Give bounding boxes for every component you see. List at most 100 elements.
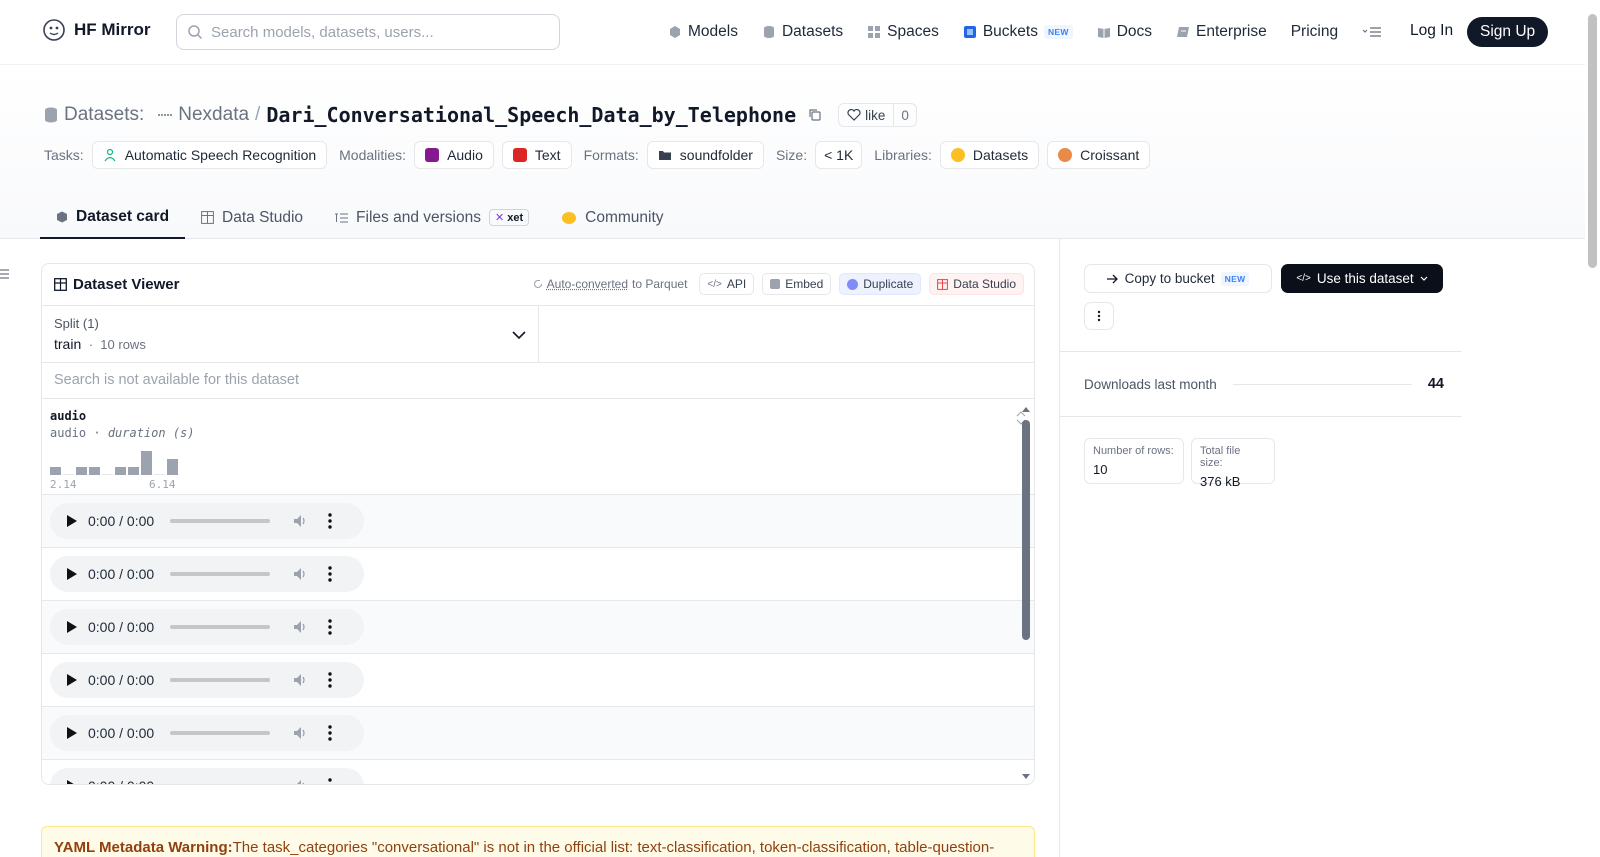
login-link[interactable]: Log In (1410, 22, 1453, 40)
viewer-scroll-thumb[interactable] (1022, 420, 1030, 640)
audio-progress[interactable] (170, 625, 270, 629)
nav-more[interactable] (1362, 26, 1382, 38)
libraries-label: Libraries: (874, 147, 932, 163)
more-vertical-icon[interactable] (328, 513, 332, 529)
tab-files-versions[interactable]: Files and versions ✕ xet (319, 196, 545, 239)
nav-spaces[interactable]: Spaces (867, 23, 939, 41)
volume-icon[interactable] (292, 778, 308, 785)
api-button[interactable]: </> API (699, 273, 754, 295)
rows-stat-value: 10 (1093, 462, 1175, 477)
column-header-audio[interactable]: audio audio · duration (s) 2.14 6.14 (42, 399, 1034, 495)
like-label-wrap[interactable]: like (839, 104, 894, 126)
nav-models[interactable]: Models (668, 23, 738, 41)
more-vertical-icon[interactable] (328, 725, 332, 741)
sidebar-toggle-icon[interactable] (0, 268, 10, 280)
copy-icon[interactable] (808, 108, 822, 122)
tag-datasets-lib[interactable]: Datasets (940, 141, 1039, 169)
files-icon (335, 212, 348, 224)
signup-button[interactable]: Sign Up (1467, 17, 1548, 47)
auto-converted-note[interactable]: Auto-converted to Parquet (533, 277, 688, 291)
tag-soundfolder[interactable]: soundfolder (647, 141, 764, 169)
tag-soundfolder-label: soundfolder (680, 147, 753, 163)
like-button[interactable]: like 0 (838, 103, 917, 127)
histogram-bar[interactable] (63, 474, 74, 475)
tag-asr[interactable]: Automatic Speech Recognition (92, 141, 327, 169)
nav-buckets[interactable]: Buckets NEW (963, 23, 1073, 41)
breadcrumb-separator: / (255, 104, 260, 126)
histogram-bar[interactable] (154, 474, 165, 475)
embed-button[interactable]: Embed (762, 273, 831, 295)
more-vertical-icon[interactable] (328, 778, 332, 785)
histogram-bar[interactable] (89, 467, 100, 475)
nav-enterprise[interactable]: Enterprise (1176, 23, 1267, 41)
histogram-bar[interactable] (141, 451, 152, 475)
tag-text[interactable]: Text (502, 141, 572, 169)
volume-icon[interactable] (292, 725, 308, 741)
auto-converted-suffix: to Parquet (632, 277, 687, 291)
refresh-icon (533, 279, 543, 289)
play-icon[interactable] (66, 620, 78, 634)
play-icon[interactable] (66, 779, 78, 785)
more-vertical-icon[interactable] (328, 566, 332, 582)
play-icon[interactable] (66, 673, 78, 687)
audio-progress[interactable] (170, 519, 270, 523)
logo-text: HF Mirror (74, 20, 151, 40)
use-this-dataset-button[interactable]: </> Use this dataset (1281, 264, 1443, 293)
copy-to-bucket-button[interactable]: Copy to bucket NEW (1084, 264, 1272, 293)
search-box[interactable] (176, 14, 560, 50)
logo[interactable]: HF Mirror (42, 18, 151, 42)
page-scrollbar-thumb[interactable] (1588, 14, 1597, 268)
nav-datasets[interactable]: Datasets (762, 23, 843, 41)
nav-pricing[interactable]: Pricing (1291, 23, 1338, 41)
data-studio-button[interactable]: Data Studio (929, 273, 1024, 295)
volume-icon[interactable] (292, 619, 308, 635)
audio-player[interactable]: 0:00 / 0:00 (50, 503, 364, 539)
audio-player[interactable]: 0:00 / 0:00 (50, 556, 364, 592)
split-rows: 10 rows (100, 337, 146, 352)
duplicate-button[interactable]: Duplicate (839, 273, 921, 295)
volume-icon[interactable] (292, 672, 308, 688)
search-input[interactable] (211, 24, 531, 41)
histogram-bar[interactable] (115, 467, 126, 475)
more-vertical-icon[interactable] (328, 672, 332, 688)
like-count: 0 (894, 108, 916, 123)
tab-community[interactable]: Community (545, 196, 679, 239)
volume-icon[interactable] (292, 513, 308, 529)
dataset-name[interactable]: Dari_Conversational_Speech_Data_by_Telep… (266, 103, 796, 127)
play-icon[interactable] (66, 567, 78, 581)
volume-icon[interactable] (292, 566, 308, 582)
more-options-button[interactable] (1084, 302, 1114, 330)
tab-data-studio[interactable]: Data Studio (185, 196, 319, 239)
split-selector[interactable]: Split (1) train · 10 rows (42, 306, 539, 362)
owner-link[interactable]: Nexdata (178, 104, 249, 126)
nav-docs[interactable]: Docs (1097, 23, 1152, 41)
audio-player[interactable]: 0:00 / 0:00 (50, 768, 364, 785)
duration-histogram[interactable] (50, 451, 190, 475)
tag-croissant[interactable]: Croissant (1047, 141, 1150, 169)
viewer-title-label: Dataset Viewer (73, 276, 179, 293)
play-icon[interactable] (66, 726, 78, 740)
auto-converted-link[interactable]: Auto-converted (547, 277, 628, 291)
histogram-bar[interactable] (102, 474, 113, 475)
split-value: train (54, 336, 81, 352)
size-stat: Total file size: 376 kB (1191, 438, 1275, 484)
play-icon[interactable] (66, 514, 78, 528)
audio-progress[interactable] (170, 572, 270, 576)
column-type: audio · duration (s) (50, 426, 1026, 440)
nav-models-label: Models (688, 23, 738, 41)
audio-progress[interactable] (170, 731, 270, 735)
tag-size[interactable]: < 1K (815, 141, 862, 169)
audio-player[interactable]: 0:00 / 0:00 (50, 609, 364, 645)
tag-audio[interactable]: Audio (414, 141, 494, 169)
more-vertical-icon[interactable] (328, 619, 332, 635)
histogram-bar[interactable] (50, 467, 61, 475)
audio-player[interactable]: 0:00 / 0:00 (50, 662, 364, 698)
histogram-bar[interactable] (167, 459, 178, 475)
audio-progress[interactable] (170, 784, 270, 785)
histogram-bar[interactable] (128, 467, 139, 475)
models-icon (56, 211, 68, 223)
histogram-bar[interactable] (76, 467, 87, 475)
tab-dataset-card[interactable]: Dataset card (40, 196, 185, 239)
audio-player[interactable]: 0:00 / 0:00 (50, 715, 364, 751)
audio-progress[interactable] (170, 678, 270, 682)
